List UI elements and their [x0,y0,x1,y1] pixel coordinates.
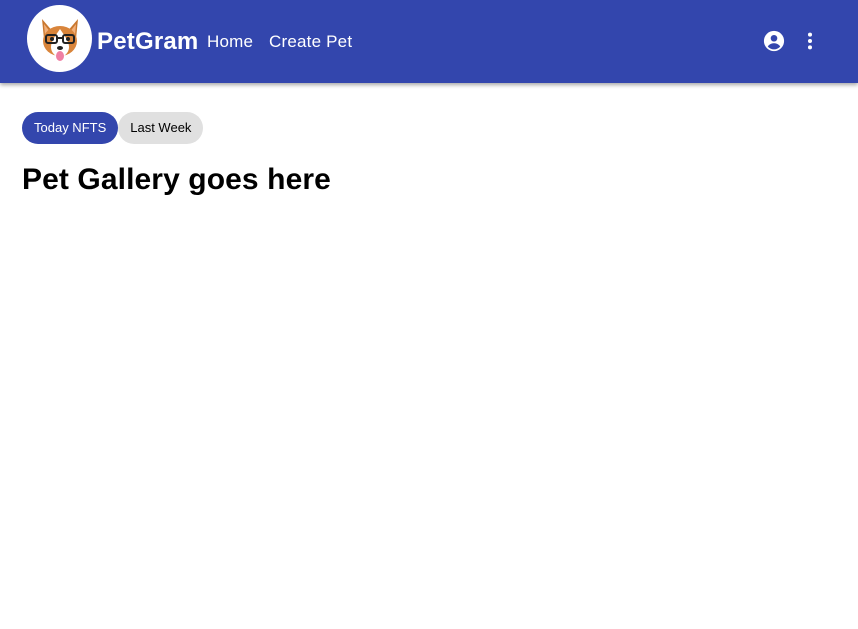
page-title: Pet Gallery goes here [22,163,331,196]
more-vert-icon [807,32,813,50]
corgi-logo-icon[interactable] [27,5,92,72]
nav-create-pet-link[interactable]: Create Pet [269,32,352,52]
app-bar: PetGram Home Create Pet [0,0,858,83]
account-button[interactable] [759,26,789,56]
filter-today-nfts[interactable]: Today NFTS [22,112,119,144]
account-circle-icon [763,30,785,52]
nav-home-link[interactable]: Home [207,32,253,52]
filter-chips: Today NFTS Last Week [22,112,204,144]
more-options-button[interactable] [795,26,825,56]
brand-name[interactable]: PetGram [97,27,198,57]
filter-last-week[interactable]: Last Week [118,112,204,144]
